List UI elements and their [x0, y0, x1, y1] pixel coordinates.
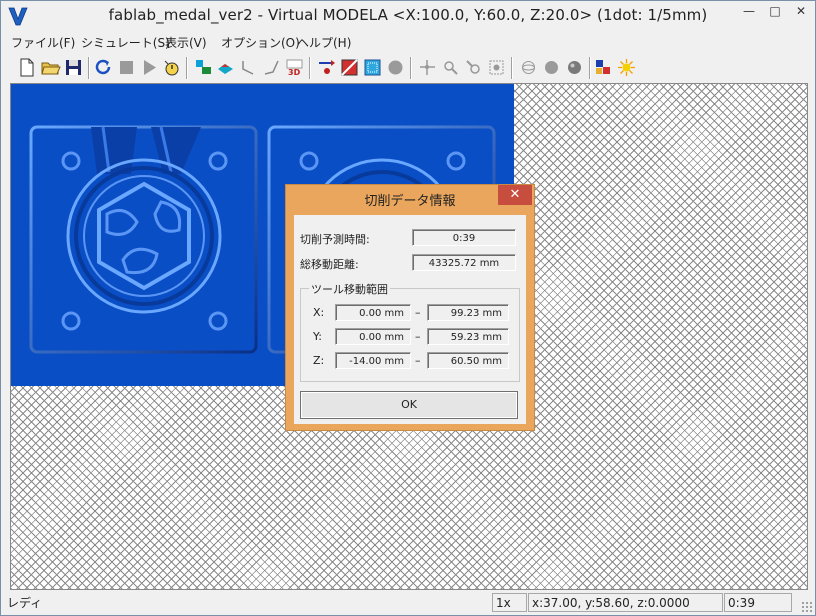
- minimize-button[interactable]: —: [736, 1, 762, 22]
- svg-text:3D: 3D: [288, 68, 301, 77]
- ok-button[interactable]: OK: [300, 391, 518, 419]
- sphere-view-icon[interactable]: [385, 57, 406, 78]
- toolbar-separator: [186, 57, 188, 79]
- shaded-sphere-icon[interactable]: [564, 57, 585, 78]
- z-axis-label: Z:: [313, 354, 325, 367]
- solid-sphere-icon[interactable]: [541, 57, 562, 78]
- range-dash: –: [415, 354, 421, 367]
- dialog-close-button[interactable]: ✕: [498, 185, 532, 205]
- distance-label: 総移動距離:: [300, 258, 359, 271]
- window-close-button[interactable]: ✕: [788, 1, 814, 22]
- save-icon[interactable]: [63, 57, 84, 78]
- y-axis-label: Y:: [313, 330, 322, 343]
- menu-file[interactable]: ファイル(F): [11, 34, 75, 51]
- path-up-icon[interactable]: [261, 57, 282, 78]
- title-bar[interactable]: fablab_medal_ver2 - Virtual MODELA <X:10…: [1, 1, 815, 31]
- cut-path-icon[interactable]: [316, 57, 337, 78]
- dialog-body: 切削予測時間: 0:39 総移動距離: 43325.72 mm ツール移動範囲 …: [294, 215, 526, 424]
- maximize-button[interactable]: □: [762, 1, 788, 22]
- app-window: fablab_medal_ver2 - Virtual MODELA <X:10…: [0, 0, 816, 616]
- resize-grip[interactable]: [801, 601, 813, 613]
- x-min-value: 0.00 mm: [335, 304, 411, 321]
- material-view-icon[interactable]: [215, 57, 236, 78]
- status-coordinates: x:37.00, y:58.60, z:0.0000: [528, 593, 723, 612]
- step-timer-icon[interactable]: [161, 57, 182, 78]
- window-title: fablab_medal_ver2 - Virtual MODELA <X:10…: [108, 6, 708, 24]
- tool-view-icon[interactable]: [193, 57, 214, 78]
- y-max-value: 59.23 mm: [427, 328, 509, 345]
- status-bar: レディ 1x x:37.00, y:58.60, z:0.0000 0:39: [1, 592, 815, 615]
- pan-icon[interactable]: [417, 57, 438, 78]
- toolbar-separator: [410, 57, 412, 79]
- status-time: 0:39: [724, 593, 792, 612]
- play-icon[interactable]: [139, 57, 160, 78]
- menu-help[interactable]: ヘルプ(H): [297, 34, 351, 51]
- toolbar-separator: [589, 57, 591, 79]
- render-settings-icon[interactable]: [593, 57, 614, 78]
- menu-bar: ファイル(F) シミュレート(S) 表示(V) オプション(O) ヘルプ(H): [1, 31, 815, 51]
- refresh-icon[interactable]: [93, 57, 114, 78]
- time-label: 切削予測時間:: [300, 233, 370, 246]
- status-message: レディ: [7, 596, 43, 610]
- dialog-title: 切削データ情報: [364, 194, 456, 209]
- toolbar-separator: [309, 57, 311, 79]
- grid-view-icon[interactable]: [362, 57, 383, 78]
- tool-range-title: ツール移動範囲: [309, 281, 390, 297]
- cutting-data-dialog: 切削データ情報 ✕ 切削予測時間: 0:39 総移動距離: 43325.72 m…: [285, 184, 535, 431]
- new-file-icon[interactable]: [16, 57, 37, 78]
- z-max-value: 60.50 mm: [427, 352, 509, 369]
- stop-icon[interactable]: [116, 57, 137, 78]
- range-dash: –: [415, 306, 421, 319]
- tool-range-group: ツール移動範囲 X: 0.00 mm – 99.23 mm Y: 0.00 mm…: [300, 281, 520, 382]
- menu-simulate[interactable]: シミュレート(S): [81, 34, 170, 51]
- status-zoom: 1x: [492, 593, 527, 612]
- toolbar-separator: [88, 57, 90, 79]
- path-down-icon[interactable]: [238, 57, 259, 78]
- light-icon[interactable]: [616, 57, 637, 78]
- x-max-value: 99.23 mm: [427, 304, 509, 321]
- z-min-value: -14.00 mm: [335, 352, 411, 369]
- menu-options[interactable]: オプション(O): [221, 34, 300, 51]
- distance-value: 43325.72 mm: [412, 254, 516, 271]
- x-axis-label: X:: [313, 306, 325, 319]
- wire-sphere-icon[interactable]: [518, 57, 539, 78]
- fit-view-icon[interactable]: [486, 57, 507, 78]
- 3d-view-icon[interactable]: 3D: [284, 57, 305, 78]
- range-dash: –: [415, 330, 421, 343]
- time-value: 0:39: [412, 229, 516, 246]
- menu-view[interactable]: 表示(V): [165, 34, 207, 51]
- y-min-value: 0.00 mm: [335, 328, 411, 345]
- open-folder-icon[interactable]: [40, 57, 61, 78]
- zoom-in-icon[interactable]: [440, 57, 461, 78]
- color-fill-icon[interactable]: [339, 57, 360, 78]
- toolbar: 3D: [1, 54, 815, 82]
- toolbar-separator: [511, 57, 513, 79]
- zoom-out-icon[interactable]: [463, 57, 484, 78]
